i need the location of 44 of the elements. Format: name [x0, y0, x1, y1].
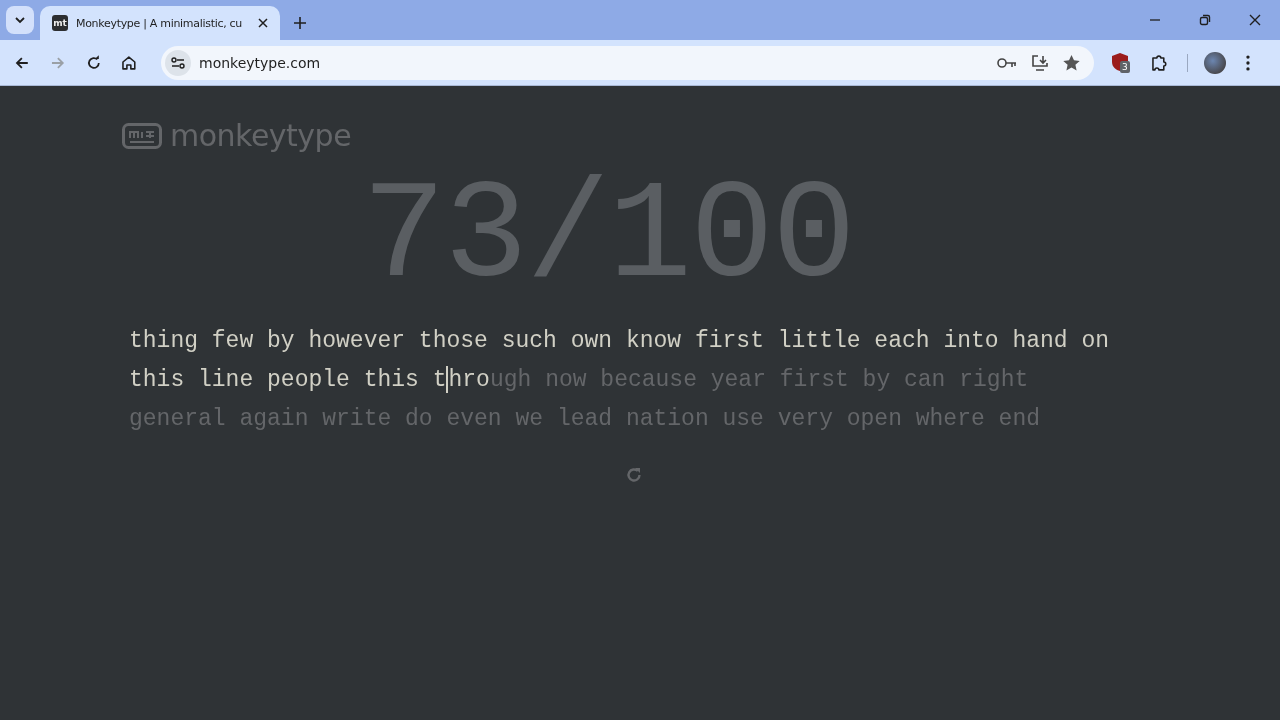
extension-badge: 3: [1120, 60, 1130, 73]
puzzle-icon[interactable]: [1149, 53, 1168, 72]
reload-icon[interactable]: [85, 54, 102, 71]
menu-icon[interactable]: [1246, 54, 1251, 71]
typed-word: know: [625, 327, 682, 354]
tab-title: Monkeytype | A minimalistic, cu: [76, 16, 243, 30]
site-settings-icon[interactable]: [165, 49, 191, 76]
typed-word: own: [570, 327, 613, 354]
typed-word: hand: [1012, 327, 1068, 354]
new-tab-icon[interactable]: [294, 17, 306, 29]
typed-word: first: [694, 327, 764, 354]
typed-word: into: [943, 327, 999, 354]
favicon: mt: [52, 15, 68, 31]
bookmark-star-icon[interactable]: [1063, 54, 1081, 71]
typed-word: few: [211, 327, 254, 354]
url-text: monkeytype.com: [199, 54, 321, 71]
typed-word: people: [267, 366, 350, 393]
typed-word: however: [308, 327, 406, 354]
restart-icon[interactable]: [625, 466, 643, 484]
extension-button[interactable]: 3: [1112, 52, 1132, 73]
restore-icon[interactable]: [1199, 14, 1211, 26]
text-caret: [446, 366, 449, 393]
close-window-icon[interactable]: [1249, 14, 1261, 26]
typed-word: those: [418, 327, 488, 354]
address-bar[interactable]: monkeytype.com: [161, 45, 1095, 80]
typed-word: thing: [129, 327, 198, 354]
typed-word: such: [501, 327, 557, 354]
typed-word: line: [198, 366, 254, 393]
browser-tab[interactable]: mt Monkeytype | A minimalistic, cu: [40, 6, 280, 40]
typed-word: each: [874, 327, 930, 354]
install-app-icon[interactable]: [1031, 54, 1050, 71]
typed-word: this: [129, 366, 185, 393]
typed-word: this: [363, 366, 419, 393]
typed-word: little: [777, 327, 861, 354]
typed-word: on: [1081, 327, 1109, 354]
tab-search-button[interactable]: [6, 6, 34, 34]
typed-letters: t: [432, 366, 447, 393]
key-icon[interactable]: [997, 56, 1018, 69]
profile-avatar[interactable]: [1204, 51, 1227, 74]
typed-letters: hro: [448, 366, 490, 393]
typed-word: by: [267, 327, 295, 354]
close-icon[interactable]: [258, 18, 268, 28]
chevron-down-icon: [14, 14, 26, 26]
home-icon[interactable]: [121, 54, 137, 71]
